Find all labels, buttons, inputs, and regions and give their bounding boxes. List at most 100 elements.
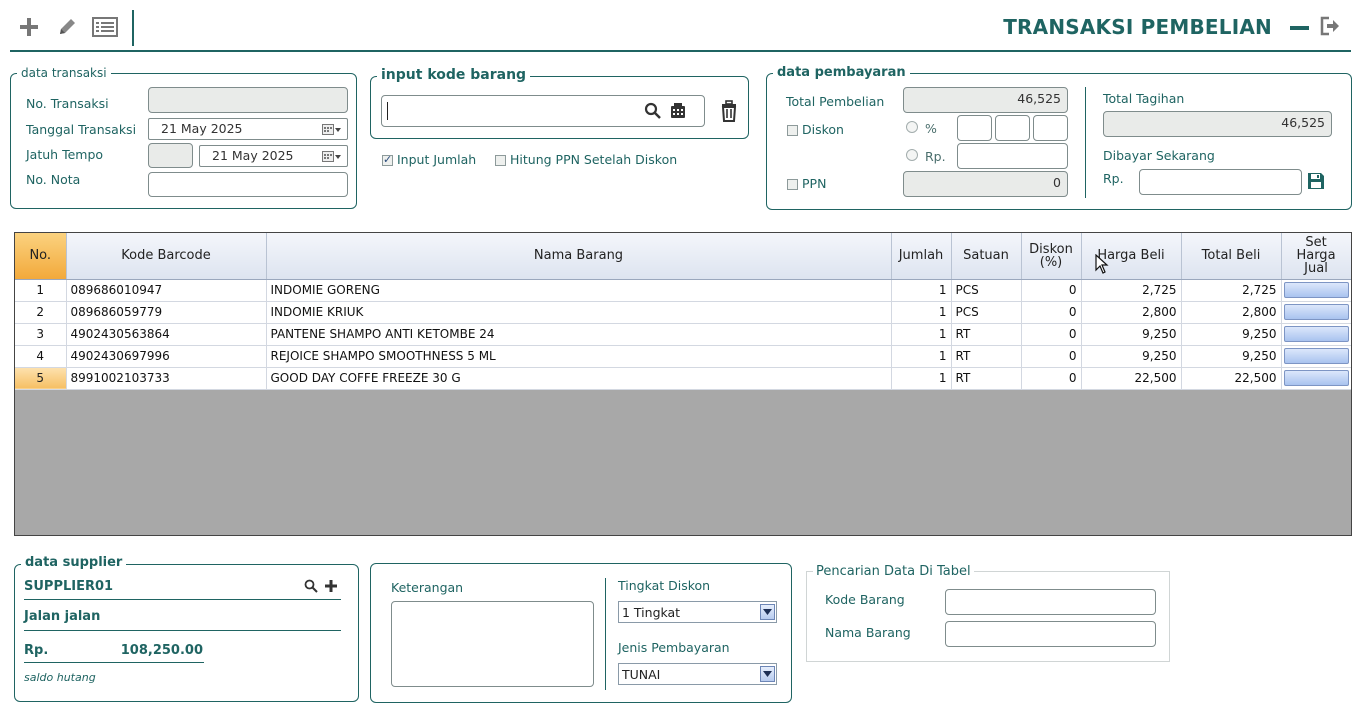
ppn-checkbox[interactable]	[787, 179, 798, 190]
minimize-icon[interactable]	[1290, 26, 1309, 30]
table-row[interactable]: 2 089686059779 INDOMIE KRIUK 1 PCS 0 2,8…	[15, 301, 1351, 324]
col-jumlah-header[interactable]: Jumlah	[891, 233, 952, 280]
search-icon[interactable]	[644, 102, 662, 124]
cell-diskon[interactable]: 0	[1021, 301, 1082, 324]
cell-set-harga[interactable]	[1281, 323, 1351, 346]
cell-satuan[interactable]: PCS	[951, 279, 1022, 302]
col-nama-header[interactable]: Nama Barang	[266, 233, 892, 280]
cell-jumlah[interactable]: 1	[891, 301, 952, 324]
cell-nama[interactable]: REJOICE SHAMPO SMOOTHNESS 5 ML	[266, 345, 892, 368]
cell-total[interactable]: 2,800	[1181, 301, 1282, 324]
set-harga-button[interactable]	[1283, 304, 1349, 320]
set-harga-button[interactable]	[1283, 348, 1349, 364]
table-row-selected[interactable]: 5 8991002103733 GOOD DAY COFFE FREEZE 30…	[15, 367, 1351, 390]
tingkat-diskon-select[interactable]: 1 Tingkat	[618, 601, 777, 623]
cell-nama[interactable]: PANTENE SHAMPO ANTI KETOMBE 24	[266, 323, 892, 346]
diskon-rp-radio[interactable]	[906, 149, 918, 161]
diskon-percent-field-2[interactable]	[995, 115, 1030, 141]
save-icon[interactable]	[1307, 172, 1325, 194]
nama-barang-search-input[interactable]	[945, 621, 1156, 647]
cell-barcode[interactable]: 089686059779	[66, 301, 267, 324]
cell-no[interactable]: 4	[15, 345, 67, 368]
cell-no[interactable]: 2	[15, 301, 67, 324]
cell-jumlah[interactable]: 1	[891, 345, 952, 368]
cell-harga[interactable]: 2,725	[1081, 279, 1182, 302]
trash-icon[interactable]	[718, 100, 740, 126]
edit-button[interactable]	[52, 12, 82, 42]
kode-barang-search-input[interactable]	[945, 589, 1156, 615]
cell-satuan[interactable]: PCS	[951, 301, 1022, 324]
hitung-ppn-checkbox[interactable]	[495, 155, 506, 166]
logout-icon[interactable]	[1319, 15, 1341, 41]
kode-barang-input[interactable]	[381, 95, 705, 127]
cell-barcode[interactable]: 089686010947	[66, 279, 267, 302]
diskon-percent-field-1[interactable]	[957, 115, 992, 141]
cell-diskon[interactable]: 0	[1021, 323, 1082, 346]
jenis-pembayaran-select[interactable]: TUNAI	[618, 663, 777, 685]
plus-icon[interactable]	[324, 578, 338, 597]
cell-satuan[interactable]: RT	[951, 323, 1022, 346]
cell-harga[interactable]: 22,500	[1081, 367, 1182, 390]
purchase-table[interactable]: No. Kode Barcode Nama Barang Jumlah Satu…	[14, 232, 1352, 536]
set-harga-button[interactable]	[1283, 326, 1349, 342]
add-button[interactable]	[14, 12, 44, 42]
table-row[interactable]: 4 4902430697996 REJOICE SHAMPO SMOOTHNES…	[15, 345, 1351, 368]
col-no-header[interactable]: No.	[15, 233, 67, 280]
keterangan-textarea[interactable]	[391, 601, 594, 687]
input-jumlah-checkbox[interactable]	[382, 153, 393, 166]
col-satuan-header[interactable]: Satuan	[951, 233, 1022, 280]
cell-harga[interactable]: 2,800	[1081, 301, 1182, 324]
cell-set-harga[interactable]	[1281, 301, 1351, 324]
table-row[interactable]: 1 089686010947 INDOMIE GORENG 1 PCS 0 2,…	[15, 279, 1351, 302]
search-icon[interactable]	[304, 578, 318, 597]
cell-total[interactable]: 22,500	[1181, 367, 1282, 390]
cell-no[interactable]: 3	[15, 323, 67, 346]
cell-satuan[interactable]: RT	[951, 345, 1022, 368]
cell-diskon[interactable]: 0	[1021, 279, 1082, 302]
cell-no[interactable]: 1	[15, 279, 67, 302]
col-set-harga-header[interactable]: Set Harga Jual	[1281, 233, 1351, 280]
col-diskon-header[interactable]: Diskon (%)	[1021, 233, 1082, 280]
diskon-percent-field-3[interactable]	[1033, 115, 1068, 141]
col-barcode-header[interactable]: Kode Barcode	[66, 233, 267, 280]
cell-total[interactable]: 2,725	[1181, 279, 1282, 302]
table-row[interactable]: 3 4902430563864 PANTENE SHAMPO ANTI KETO…	[15, 323, 1351, 346]
cell-barcode[interactable]: 4902430697996	[66, 345, 267, 368]
cell-satuan[interactable]: RT	[951, 367, 1022, 390]
cell-total[interactable]: 9,250	[1181, 345, 1282, 368]
set-harga-button[interactable]	[1283, 282, 1349, 298]
barcode-scanner-icon[interactable]	[669, 102, 687, 124]
calendar-icon[interactable]	[321, 122, 343, 138]
set-harga-button[interactable]	[1283, 370, 1349, 386]
cell-nama[interactable]: INDOMIE KRIUK	[266, 301, 892, 324]
cell-set-harga[interactable]	[1281, 279, 1351, 302]
calendar-icon[interactable]	[321, 149, 343, 165]
cell-diskon[interactable]: 0	[1021, 367, 1082, 390]
jatuh-tempo-days-field[interactable]	[148, 143, 193, 168]
cell-total[interactable]: 9,250	[1181, 323, 1282, 346]
cell-nama[interactable]: GOOD DAY COFFE FREEZE 30 G	[266, 367, 892, 390]
cell-harga[interactable]: 9,250	[1081, 323, 1182, 346]
tanggal-transaksi-field[interactable]: 21 May 2025	[148, 118, 348, 140]
cell-barcode[interactable]: 8991002103733	[66, 367, 267, 390]
dibayar-sekarang-input[interactable]	[1139, 169, 1302, 195]
jatuh-tempo-date-field[interactable]: 21 May 2025	[199, 145, 348, 167]
cell-barcode[interactable]: 4902430563864	[66, 323, 267, 346]
chevron-down-icon[interactable]	[760, 604, 775, 620]
col-total-header[interactable]: Total Beli	[1181, 233, 1282, 280]
list-button[interactable]	[90, 12, 120, 42]
chevron-down-icon[interactable]	[760, 666, 775, 682]
cell-set-harga[interactable]	[1281, 345, 1351, 368]
cell-nama[interactable]: INDOMIE GORENG	[266, 279, 892, 302]
cell-set-harga[interactable]	[1281, 367, 1351, 390]
cell-jumlah[interactable]: 1	[891, 279, 952, 302]
diskon-checkbox[interactable]	[787, 125, 798, 136]
cell-no[interactable]: 5	[15, 367, 67, 390]
diskon-rp-field[interactable]	[957, 143, 1068, 169]
cell-diskon[interactable]: 0	[1021, 345, 1082, 368]
diskon-percent-radio[interactable]	[906, 121, 918, 133]
cell-jumlah[interactable]: 1	[891, 323, 952, 346]
no-transaksi-field[interactable]	[148, 87, 348, 113]
cell-jumlah[interactable]: 1	[891, 367, 952, 390]
cell-harga[interactable]: 9,250	[1081, 345, 1182, 368]
